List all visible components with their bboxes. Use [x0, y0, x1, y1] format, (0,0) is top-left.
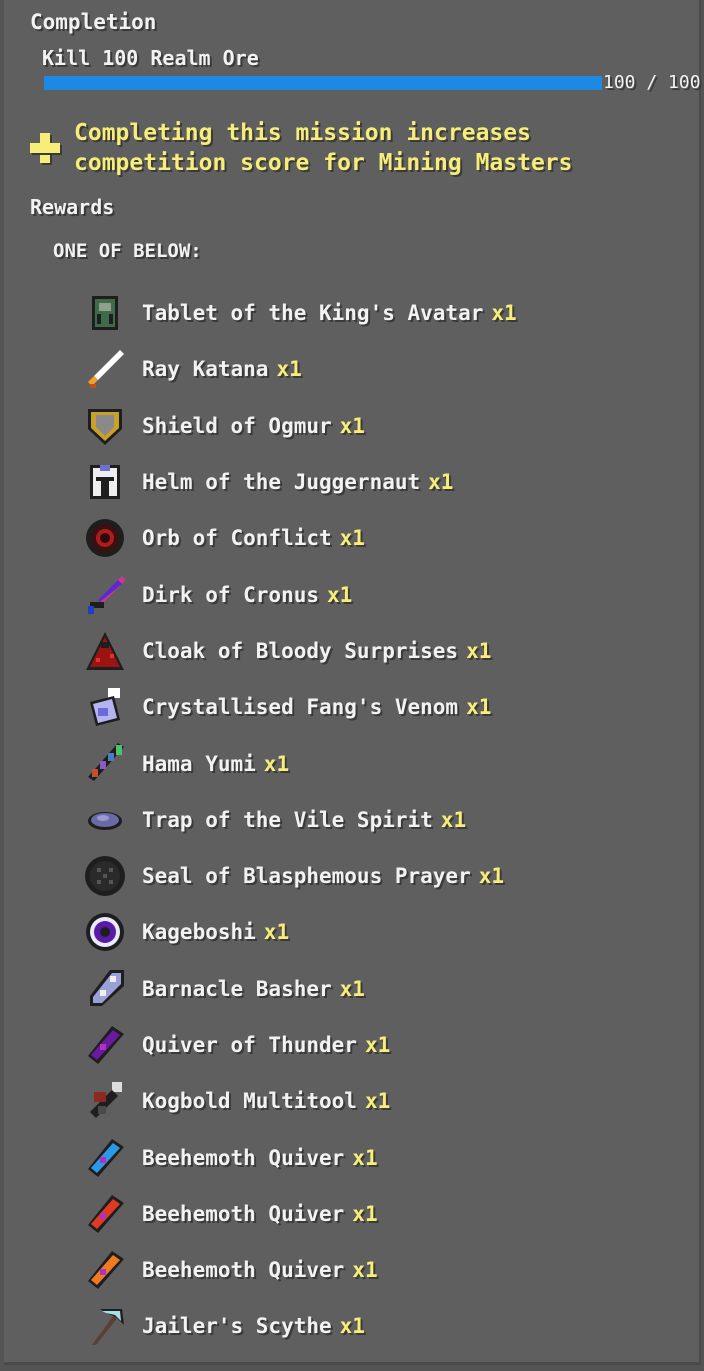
reward-item-name: Beehemoth Quiver: [142, 1201, 345, 1226]
reward-item-quantity: x1: [466, 638, 492, 663]
reward-item[interactable]: Shield of Ogmur x1: [82, 398, 682, 454]
notice-text: Completing this mission increases compet…: [74, 118, 573, 178]
shield-icon: [88, 408, 122, 445]
reward-item-quantity: x1: [352, 1258, 378, 1283]
reward-item-quantity: x1: [276, 357, 302, 382]
reward-item-quantity: x1: [263, 751, 290, 776]
reward-item-name: Kogbold Multitool: [142, 1089, 357, 1114]
reward-item[interactable]: Ray Katana x1: [82, 341, 682, 397]
competition-notice: Completing this mission increases compet…: [28, 118, 573, 178]
reward-item[interactable]: Trap of the Vile Spirit x1: [82, 792, 682, 848]
plus-icon: [28, 131, 62, 165]
reward-item-name: Cloak of Bloody Surprises: [142, 638, 459, 663]
reward-list: Tablet of the King's Avatar x1 Ray Katana x…: [82, 285, 682, 1355]
reward-item-name: Shield of Ogmur: [142, 413, 332, 438]
reward-item[interactable]: Seal of Blasphemous Prayer x1: [82, 848, 682, 904]
reward-item[interactable]: Beehemoth Quiver x1: [82, 1186, 682, 1242]
reward-item[interactable]: Jailer's Scythe x1: [82, 1298, 682, 1354]
dagger-icon: [88, 575, 126, 614]
reward-item[interactable]: Beehemoth Quiver x1: [82, 1242, 682, 1298]
reward-item-quantity: x1: [478, 864, 505, 889]
reward-item[interactable]: Hama Yumi x1: [82, 735, 682, 791]
quiver-icon: [88, 1026, 124, 1064]
reward-item[interactable]: Dirk of Cronus x1: [82, 566, 682, 622]
progress-bar: [44, 76, 602, 90]
tablet-icon: [92, 296, 118, 331]
reward-item-name: Helm of the Juggernaut: [142, 470, 421, 495]
reward-item-name: Dirk of Cronus: [142, 582, 320, 607]
star-icon: [86, 913, 124, 952]
mace-icon: [90, 969, 124, 1006]
reward-item-quantity: x1: [428, 470, 454, 495]
rewards-heading: Rewards: [30, 195, 115, 219]
notice-line-2: competition score for Mining Masters: [74, 150, 573, 176]
reward-item-name: Hama Yumi: [142, 751, 256, 776]
reward-item-name: Barnacle Basher: [142, 976, 332, 1001]
reward-item-quantity: x1: [364, 1033, 391, 1057]
reward-item-name: Quiver of Thunder: [142, 1033, 357, 1057]
reward-item[interactable]: Helm of the Juggernaut x1: [82, 454, 682, 510]
scythe-icon: [92, 1309, 124, 1346]
reward-item[interactable]: Barnacle Basher x1: [82, 961, 682, 1017]
reward-item[interactable]: Cloak of Bloody Surprises x1: [82, 623, 682, 679]
reward-item-quantity: x1: [364, 1089, 391, 1114]
reward-item-name: Ray Katana: [142, 357, 269, 382]
mission-name: Kill 100 Realm Ore: [42, 46, 259, 70]
quiver-icon: [88, 1138, 124, 1177]
cloak-icon: [86, 631, 124, 670]
progress-fill: [44, 76, 602, 90]
reward-item-quantity: x1: [339, 976, 365, 1001]
reward-item-quantity: x1: [466, 695, 492, 720]
reward-item-quantity: x1: [327, 582, 353, 607]
reward-item-name: Trap of the Vile Spirit: [142, 807, 433, 832]
reward-item-quantity: x1: [339, 1314, 365, 1339]
reward-item-quantity: x1: [339, 526, 365, 551]
notice-line-1: Completing this mission increases: [74, 120, 531, 146]
reward-item[interactable]: Crystallised Fang's Venom x1: [82, 679, 682, 735]
reward-item-name: Orb of Conflict: [142, 526, 332, 551]
reward-item[interactable]: Kageboshi x1: [82, 904, 682, 960]
reward-item[interactable]: Quiver of Thunder x1: [82, 1017, 682, 1073]
reward-item[interactable]: Beehemoth Quiver x1: [82, 1129, 682, 1185]
reward-item-name: Kageboshi: [142, 920, 256, 945]
reward-item-name: Tablet of the King's Avatar: [142, 301, 484, 326]
reward-item[interactable]: Orb of Conflict x1: [82, 510, 682, 566]
reward-item-name: Beehemoth Quiver: [142, 1145, 345, 1170]
reward-item-name: Beehemoth Quiver: [142, 1258, 345, 1283]
completion-heading: Completion: [30, 10, 157, 34]
reward-item-name: Jailer's Scythe: [142, 1314, 332, 1339]
choice-label: ONE OF BELOW:: [53, 240, 202, 262]
multitool-icon: [90, 1082, 122, 1119]
reward-item-name: Crystallised Fang's Venom: [142, 695, 459, 720]
bow-icon: [88, 742, 124, 781]
seal-icon: [85, 856, 125, 897]
reward-item-quantity: x1: [352, 1145, 378, 1170]
reward-item[interactable]: Kogbold Multitool x1: [82, 1073, 682, 1129]
trap-icon: [88, 811, 122, 830]
reward-item-quantity: x1: [352, 1201, 378, 1226]
mission-panel: Completion Kill 100 Realm Ore 100 / 100 …: [4, 0, 701, 1365]
progress-text: 100 / 100: [603, 72, 701, 93]
reward-item-quantity: x1: [491, 301, 517, 326]
orb-icon: [86, 519, 124, 558]
potion-icon: [90, 688, 120, 727]
reward-item-quantity: x1: [440, 807, 467, 832]
reward-item-name: Seal of Blasphemous Prayer: [142, 864, 471, 889]
quiver-icon: [88, 1194, 124, 1233]
reward-item-quantity: x1: [339, 413, 365, 438]
helm-icon: [90, 465, 120, 500]
quiver-icon: [88, 1251, 124, 1290]
reward-item-quantity: x1: [263, 920, 290, 945]
katana-icon: [88, 350, 124, 389]
reward-item[interactable]: Tablet of the King's Avatar x1: [82, 285, 682, 341]
